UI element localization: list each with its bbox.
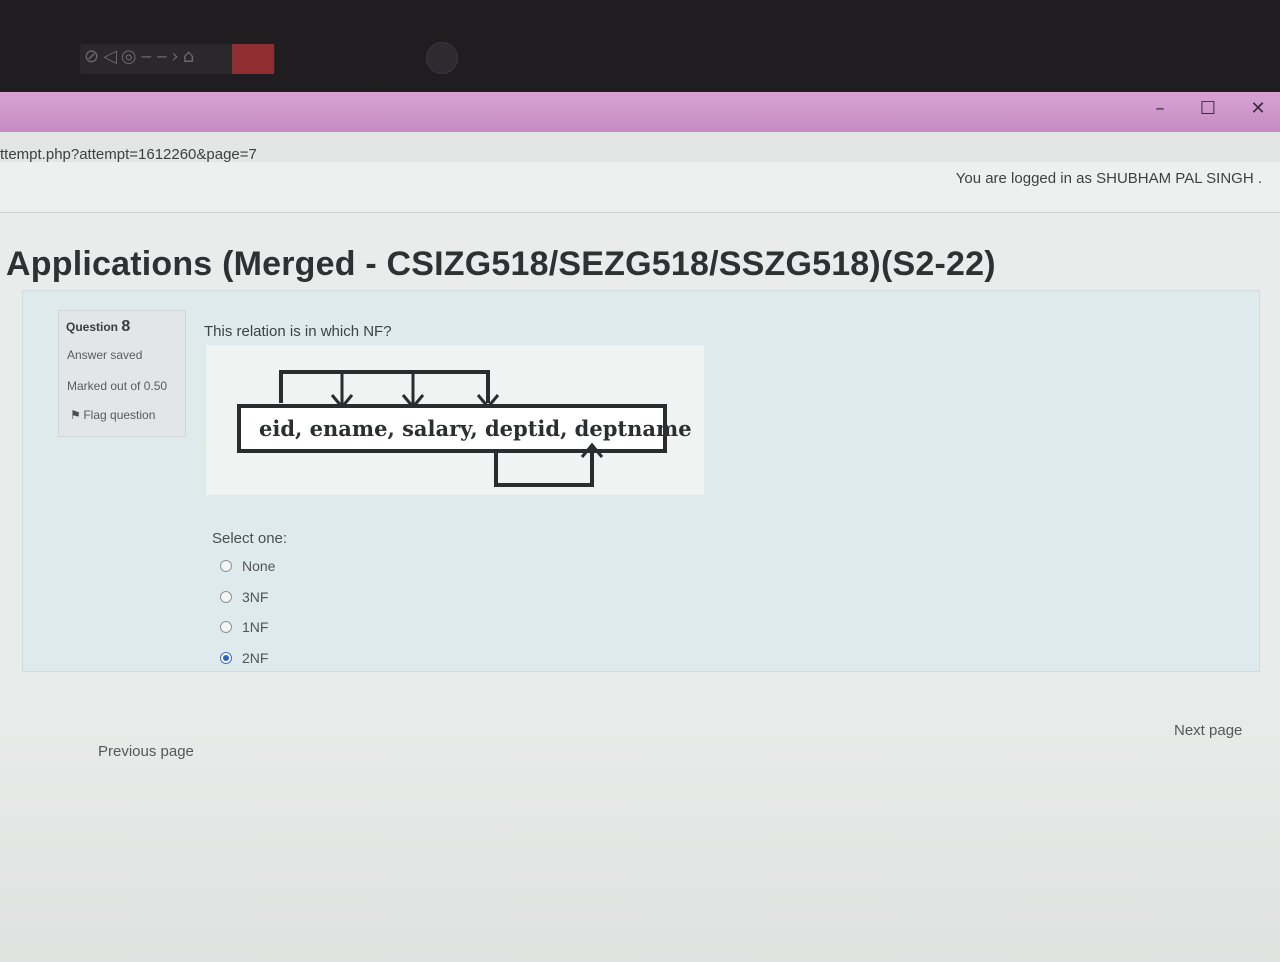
webcam-indicator — [232, 44, 274, 74]
option-label: 2NF — [242, 650, 269, 666]
radio-1nf[interactable] — [220, 621, 232, 633]
relation-attributes: eid, ename, salary, deptid, deptname — [259, 416, 692, 441]
question-number-value: 8 — [121, 318, 131, 335]
previous-page-button[interactable]: Previous page — [98, 743, 194, 760]
minimize-button[interactable]: – — [1140, 95, 1180, 123]
select-one-label: Select one: — [212, 530, 288, 547]
maximize-button[interactable]: ☐ — [1188, 95, 1228, 123]
radio-none[interactable] — [220, 560, 232, 572]
close-button[interactable]: ✕ — [1238, 95, 1278, 123]
answer-status: Answer saved — [67, 348, 143, 362]
radio-3nf[interactable] — [220, 591, 232, 603]
page-title: Applications (Merged - CSIZG518/SEZG518/… — [6, 245, 996, 283]
url-text[interactable]: ttempt.php?attempt=1612260&page=7 — [0, 146, 257, 163]
option-label: 1NF — [242, 619, 269, 635]
option-label: None — [242, 558, 276, 574]
logged-in-text: You are logged in as SHUBHAM PAL SINGH . — [955, 170, 1262, 187]
question-label: Question — [66, 320, 119, 334]
next-page-button[interactable]: Next page — [1174, 722, 1242, 739]
dependency-diagram: eid, ename, salary, deptid, deptname — [206, 345, 704, 495]
option-3nf[interactable]: 3NF — [220, 586, 268, 608]
option-none[interactable]: None — [220, 555, 275, 577]
option-2nf[interactable]: 2NF — [220, 647, 268, 669]
marks-text: Marked out of 0.50 — [67, 379, 168, 393]
top-dependency-line — [279, 370, 490, 403]
question-text: This relation is in which NF? — [204, 323, 392, 340]
option-1nf[interactable]: 1NF — [220, 616, 268, 638]
dependency-diagram-svg: eid, ename, salary, deptid, deptname — [237, 370, 692, 487]
flag-question-label: Flag question — [83, 408, 156, 422]
question-number: Question 8 — [66, 318, 130, 336]
flag-icon: ⚑ — [70, 408, 81, 422]
radio-2nf[interactable] — [220, 652, 232, 664]
window-title-bar — [0, 92, 1280, 132]
page-footer-area — [0, 700, 1280, 962]
sensor-icon — [426, 42, 458, 74]
option-label: 3NF — [242, 589, 269, 605]
camera-icon: ⊘◁◎‒‒›⌂ — [84, 46, 199, 67]
flag-question-link[interactable]: ⚑ Flag question — [70, 408, 155, 422]
